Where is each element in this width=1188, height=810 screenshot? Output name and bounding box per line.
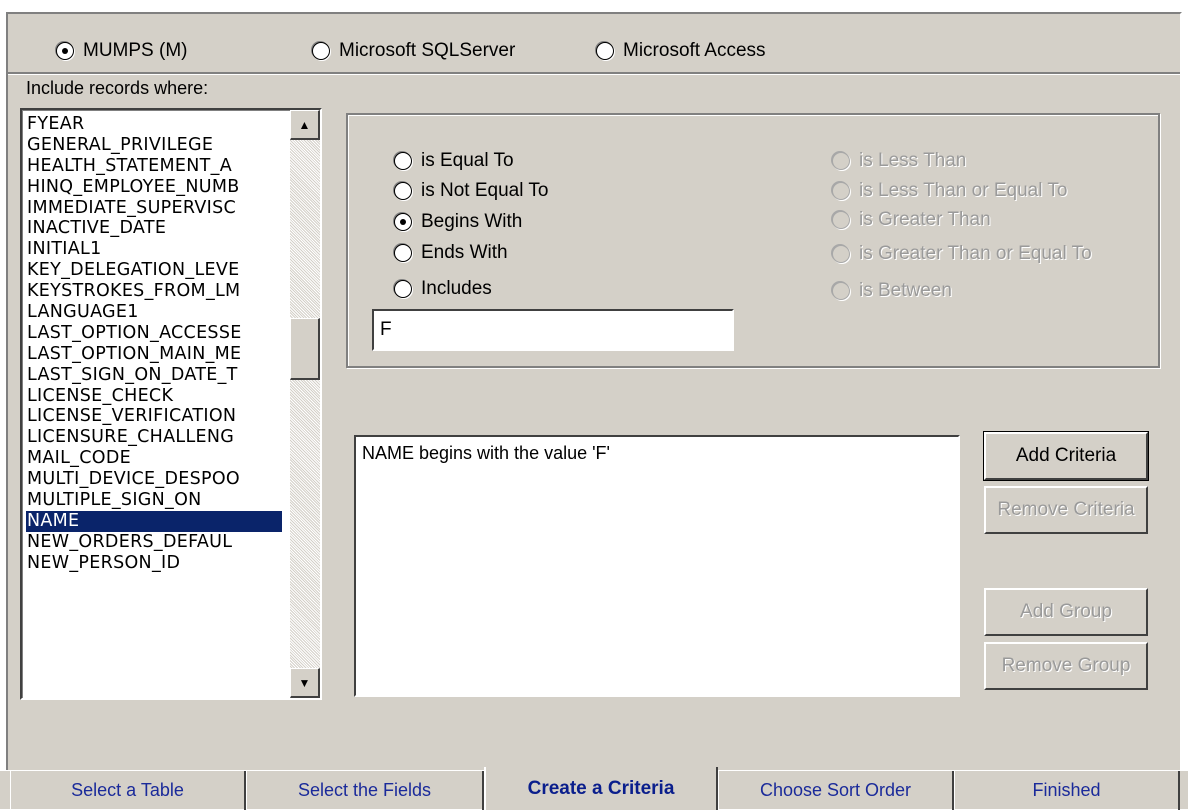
field-list-item[interactable]: LAST_SIGN_ON_DATE_T	[26, 365, 282, 386]
field-list-item[interactable]: IMMEDIATE_SUPERVISC	[26, 198, 282, 219]
radio-icon[interactable]	[56, 42, 74, 60]
db-option-label: MUMPS (M)	[83, 40, 188, 61]
add-group-button[interactable]: Add Group	[984, 588, 1148, 636]
criteria-item[interactable]: NAME begins with the value 'F'	[362, 443, 952, 464]
db-option-access[interactable]: Microsoft Access	[596, 40, 766, 62]
tab-choose-sort-order[interactable]: Choose Sort Order	[718, 771, 954, 810]
top-strip	[0, 0, 1188, 12]
operator-label: is Not Equal To	[421, 180, 549, 201]
field-list-item[interactable]: NEW_PERSON_ID	[26, 553, 282, 574]
arrow-up-icon: ▲	[298, 117, 311, 132]
operator-label: is Between	[859, 280, 952, 301]
field-list: FYEAR GENERAL_PRIVILEGE HEALTH_STATEMENT_A…	[26, 114, 282, 574]
field-listbox[interactable]: FYEAR GENERAL_PRIVILEGE HEALTH_STATEMENT_A…	[20, 108, 322, 700]
operator-less-than[interactable]: is Less Than	[832, 150, 966, 172]
scroll-thumb[interactable]	[290, 318, 320, 380]
radio-icon[interactable]	[312, 42, 330, 60]
field-list-item[interactable]: LICENSE_CHECK	[26, 386, 282, 407]
operator-label: Ends With	[421, 242, 508, 263]
radio-icon[interactable]	[394, 152, 412, 170]
field-list-item[interactable]: LAST_OPTION_ACCESSE	[26, 323, 282, 344]
operator-between[interactable]: is Between	[832, 280, 952, 302]
operator-label: is Greater Than	[859, 209, 991, 230]
field-list-item[interactable]: NAME	[26, 510, 282, 532]
database-type-group: MUMPS (M) Microsoft SQLServer Microsoft …	[8, 14, 1180, 74]
criteria-list-box[interactable]: NAME begins with the value 'F'	[354, 435, 960, 697]
operator-includes[interactable]: Includes	[394, 278, 492, 300]
radio-icon[interactable]	[832, 211, 850, 229]
operator-label: is Greater Than or Equal To	[859, 243, 1092, 264]
operator-label: is Less Than	[859, 150, 967, 171]
db-option-mumps[interactable]: MUMPS (M)	[56, 40, 187, 62]
field-list-item[interactable]: INACTIVE_DATE	[26, 218, 282, 239]
tab-finished[interactable]: Finished	[954, 771, 1180, 810]
operator-not-equal[interactable]: is Not Equal To	[394, 180, 548, 202]
field-list-item[interactable]: MULTIPLE_SIGN_ON	[26, 490, 282, 511]
radio-icon[interactable]	[394, 280, 412, 298]
field-list-item[interactable]: NEW_ORDERS_DEFAUL	[26, 532, 282, 553]
field-list-item[interactable]: LANGUAGE1	[26, 302, 282, 323]
field-list-item[interactable]: LICENSE_VERIFICATION	[26, 406, 282, 427]
tab-select-table[interactable]: Select a Table	[10, 771, 246, 810]
field-list-scrollbar[interactable]: ▲ ▼	[290, 110, 320, 698]
operator-label: is Less Than or Equal To	[859, 180, 1068, 201]
field-list-item[interactable]: FYEAR	[26, 114, 282, 135]
db-option-label: Microsoft SQLServer	[339, 40, 516, 61]
operator-begins-with[interactable]: Begins With	[394, 211, 522, 233]
radio-icon[interactable]	[832, 245, 850, 263]
field-list-item[interactable]: HINQ_EMPLOYEE_NUMB	[26, 177, 282, 198]
field-list-item[interactable]: INITIAL1	[26, 239, 282, 260]
include-records-label: Include records where:	[26, 78, 209, 98]
operator-equal[interactable]: is Equal To	[394, 150, 514, 172]
scroll-up-button[interactable]: ▲	[290, 110, 320, 140]
operator-greater-than-or-equal[interactable]: is Greater Than or Equal To	[832, 243, 1092, 265]
criteria-value-input[interactable]	[372, 309, 734, 351]
field-list-item[interactable]: LICENSURE_CHALLENG	[26, 427, 282, 448]
operator-label: Begins With	[421, 211, 523, 232]
remove-group-button[interactable]: Remove Group	[984, 642, 1148, 690]
operator-greater-than[interactable]: is Greater Than	[832, 209, 991, 231]
radio-icon[interactable]	[832, 152, 850, 170]
radio-icon[interactable]	[832, 282, 850, 300]
db-option-sqlserver[interactable]: Microsoft SQLServer	[312, 40, 515, 62]
field-list-item[interactable]: HEALTH_STATEMENT_A	[26, 156, 282, 177]
operator-less-than-or-equal[interactable]: is Less Than or Equal To	[832, 180, 1067, 202]
operator-label: Includes	[421, 278, 492, 299]
field-list-item[interactable]: KEY_DELEGATION_LEVE	[26, 260, 282, 281]
tab-select-fields[interactable]: Select the Fields	[246, 771, 484, 810]
field-list-item[interactable]: LAST_OPTION_MAIN_ME	[26, 344, 282, 365]
operator-ends-with[interactable]: Ends With	[394, 242, 508, 264]
scroll-down-button[interactable]: ▼	[290, 668, 320, 698]
radio-icon[interactable]	[394, 182, 412, 200]
field-list-item[interactable]: KEYSTROKES_FROM_LM	[26, 281, 282, 302]
radio-icon[interactable]	[394, 213, 412, 231]
remove-criteria-button[interactable]: Remove Criteria	[984, 486, 1148, 534]
field-list-item[interactable]: MULTI_DEVICE_DESPOO	[26, 469, 282, 490]
operator-label: is Equal To	[421, 150, 514, 171]
field-list-item[interactable]: MAIL_CODE	[26, 448, 282, 469]
radio-icon[interactable]	[596, 42, 614, 60]
arrow-down-icon: ▼	[298, 675, 311, 690]
add-criteria-button[interactable]: Add Criteria	[983, 431, 1149, 481]
radio-icon[interactable]	[832, 182, 850, 200]
db-option-label: Microsoft Access	[623, 40, 766, 61]
wizard-tabs: Select a Table Select the Fields Create …	[0, 767, 1188, 810]
tab-create-criteria[interactable]: Create a Criteria	[484, 767, 718, 810]
field-list-item[interactable]: GENERAL_PRIVILEGE	[26, 135, 282, 156]
radio-icon[interactable]	[394, 244, 412, 262]
